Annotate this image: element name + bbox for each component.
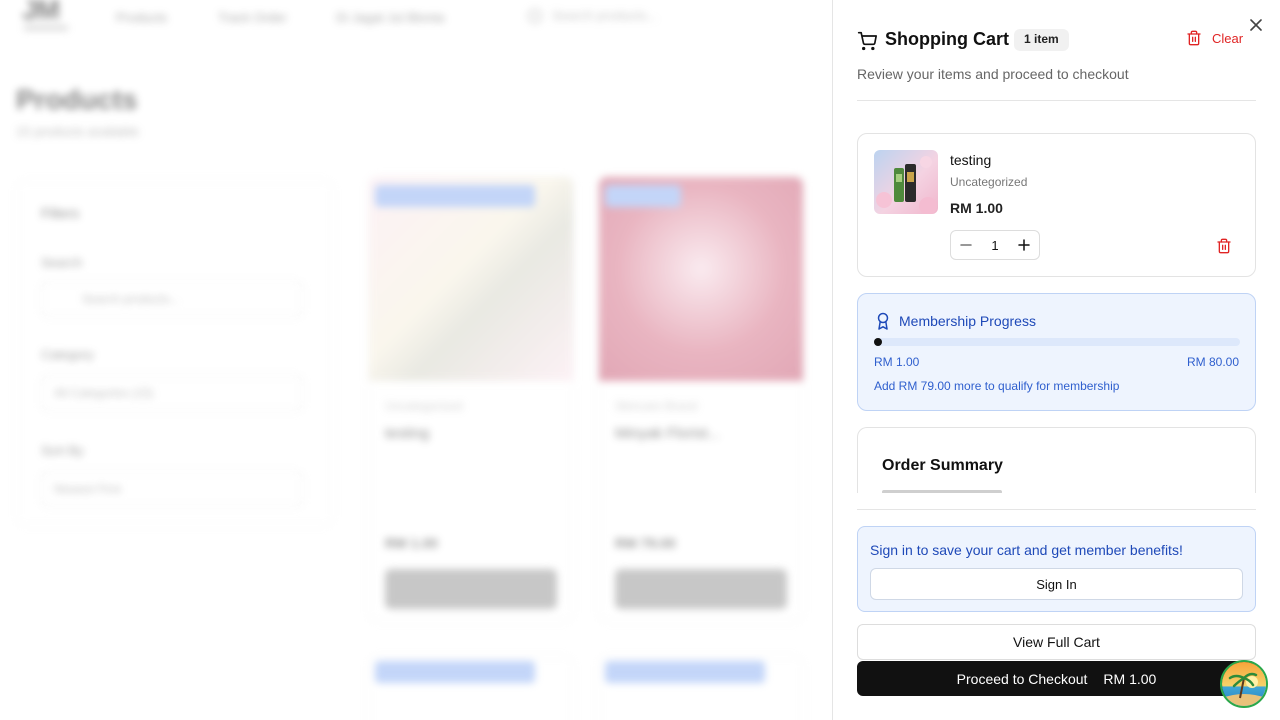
quantity-stepper: 1 [950, 230, 1040, 260]
membership-progress: Membership Progress RM 1.00 RM 80.00 Add… [857, 293, 1256, 411]
cart-icon [857, 31, 877, 51]
store-logo: JM [18, 0, 72, 36]
view-full-cart-button[interactable]: View Full Cart [857, 624, 1256, 660]
membership-target: RM 80.00 [1186, 355, 1239, 369]
membership-current: RM 1.00 [874, 355, 920, 369]
minus-icon [959, 244, 972, 246]
nav-products: Products [116, 10, 168, 25]
clear-cart-button[interactable]: Clear [1186, 30, 1243, 46]
item-category: Uncategorized [950, 175, 1028, 189]
logo-text: JM [22, 0, 60, 25]
checkout-total: RM 1.00 [1103, 670, 1157, 687]
signin-prompt: Sign in to save your cart and get member… [857, 526, 1256, 612]
product-card [598, 656, 804, 720]
quantity-value: 1 [991, 237, 999, 253]
divider [857, 100, 1256, 101]
product-card: Uncategorized testing RM 1.00 [368, 176, 574, 622]
item-price: RM 1.00 [950, 200, 1003, 216]
signin-message: Sign in to save your cart and get member… [870, 542, 1183, 558]
divider [857, 509, 1256, 510]
product-count: 15 products available [16, 124, 139, 139]
order-summary-title: Order Summary [882, 457, 1003, 474]
checkout-label: Proceed to Checkout [956, 670, 1088, 687]
cart-subtitle: Review your items and proceed to checkou… [857, 66, 1129, 82]
cart-item: testing Uncategorized RM 1.00 1 [857, 133, 1256, 277]
search-icon [528, 8, 542, 23]
filters-panel: Filters Search Search products... Catego… [16, 180, 334, 526]
cart-title: Shopping Cart [885, 29, 1009, 49]
nav-track-order: Track Order [218, 10, 287, 25]
award-icon [877, 312, 889, 330]
product-card: Skincare Brand Minyak Florist... RM 79.0… [598, 176, 804, 622]
product-card [368, 656, 574, 720]
item-count-badge: 1 item [1014, 29, 1069, 51]
membership-title: Membership Progress [899, 313, 1036, 329]
avatar[interactable] [1220, 660, 1268, 708]
membership-progress-fill [874, 338, 882, 346]
decrease-button[interactable] [951, 231, 980, 259]
checkout-button[interactable]: Proceed to Checkout RM 1.00 [857, 661, 1256, 696]
clear-label: Clear [1212, 30, 1244, 46]
product-image [874, 150, 938, 214]
trash-icon [1187, 30, 1201, 46]
nav-extra: Di Jagat Jul Blonta [336, 10, 445, 25]
header-search: Search products... [528, 8, 658, 23]
increase-button[interactable] [1010, 231, 1039, 259]
membership-progress-bar [874, 338, 1240, 346]
plus-icon [1018, 239, 1031, 251]
remove-item-icon[interactable] [1216, 238, 1232, 254]
sign-in-button[interactable]: Sign In [870, 568, 1243, 600]
membership-note: Add RM 79.00 more to qualify for members… [874, 379, 1120, 393]
page-title: Products [16, 84, 138, 115]
item-name: testing [950, 152, 992, 168]
order-summary: Order Summary [857, 427, 1256, 493]
